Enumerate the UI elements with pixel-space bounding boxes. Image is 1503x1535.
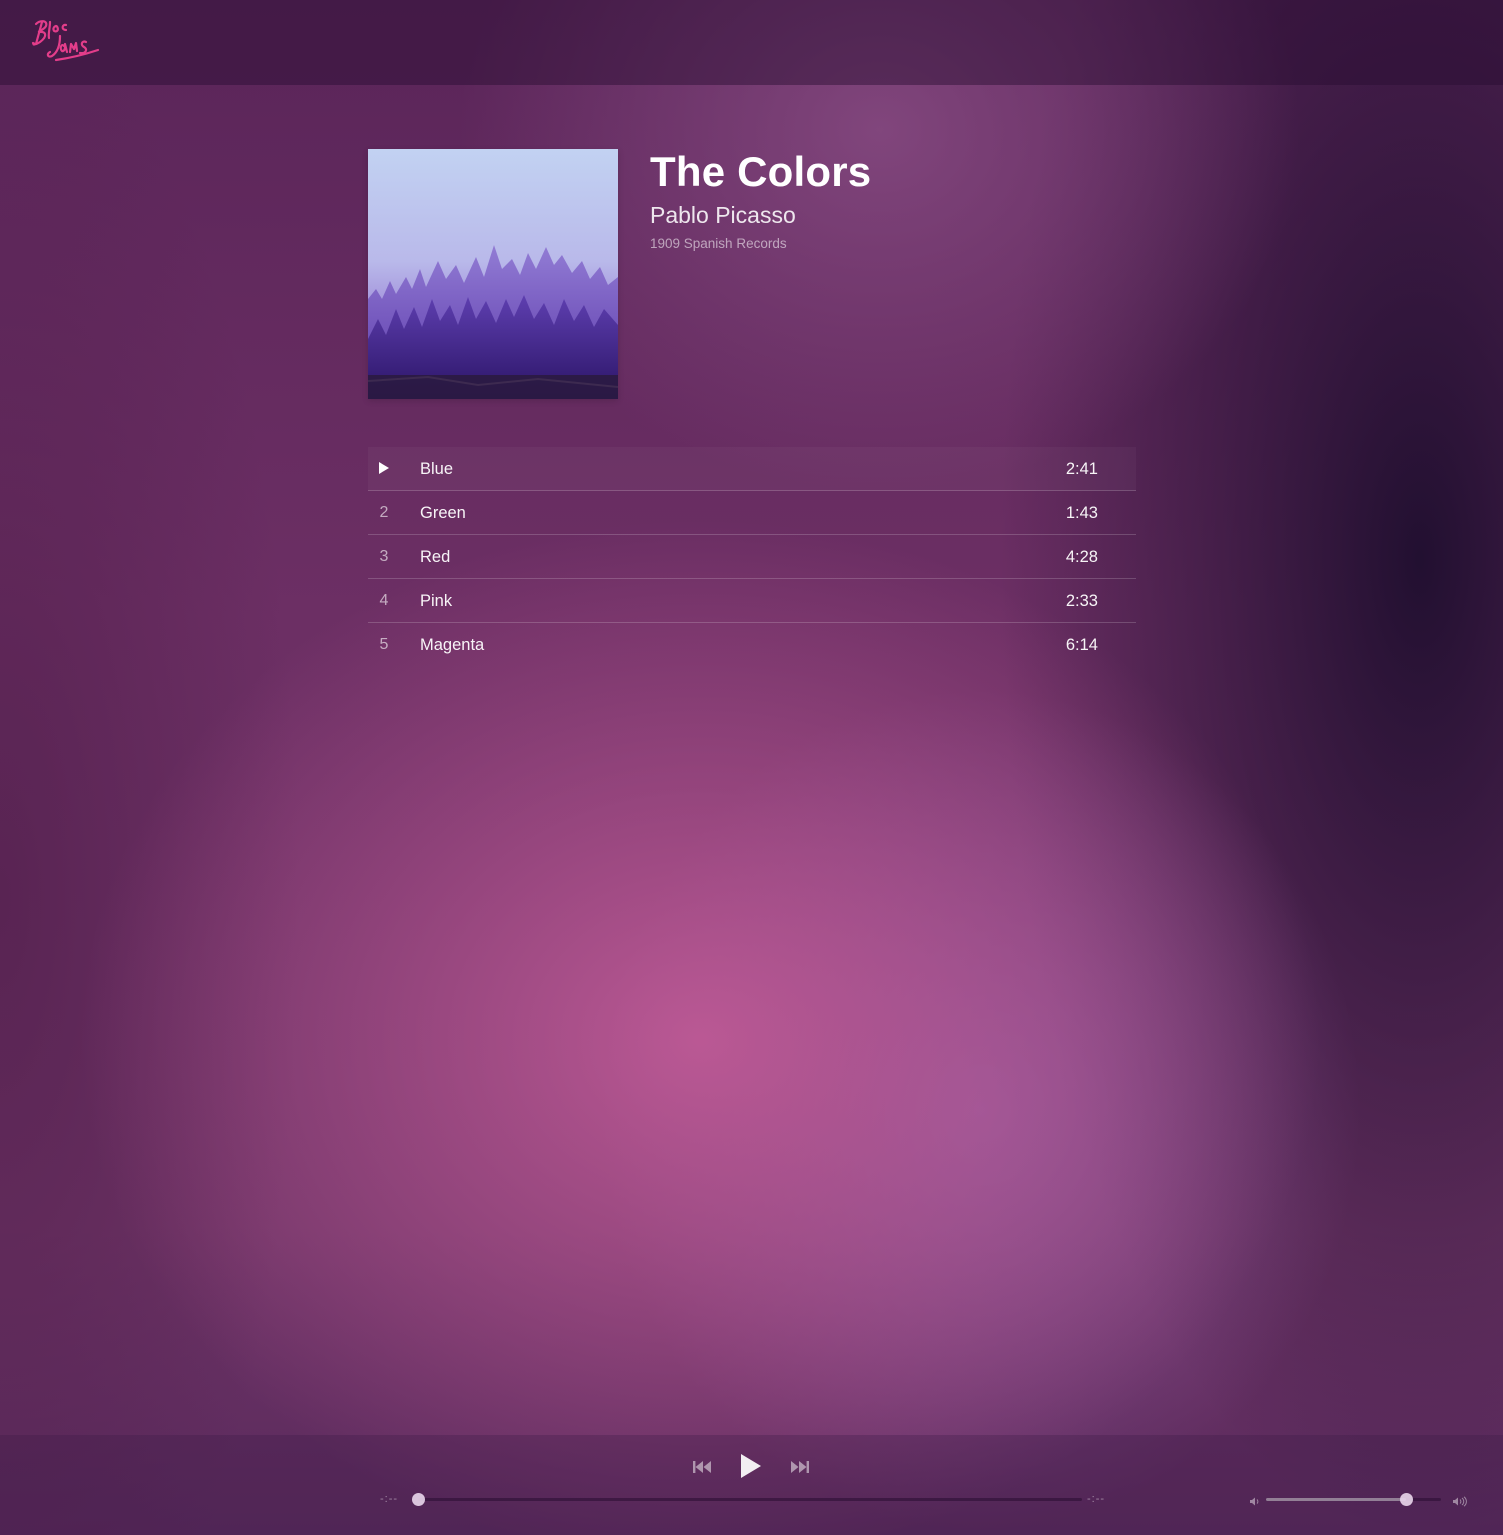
play-icon bbox=[741, 1454, 761, 1478]
play-icon[interactable] bbox=[378, 461, 390, 475]
song-duration: 2:41 bbox=[1065, 460, 1098, 478]
song-title: Pink bbox=[420, 592, 453, 610]
previous-button[interactable] bbox=[692, 1459, 712, 1475]
total-time: -:-- bbox=[1087, 1493, 1106, 1505]
bloc-jams-logo[interactable] bbox=[30, 16, 102, 64]
misty-forest-cover-image bbox=[368, 149, 618, 399]
volume-high-icon bbox=[1452, 1494, 1468, 1507]
volume-bar-fill bbox=[1266, 1498, 1406, 1501]
volume-bar[interactable] bbox=[1266, 1493, 1441, 1506]
song-duration: 1:43 bbox=[1065, 504, 1098, 522]
album-artist[interactable]: Pablo Picasso bbox=[650, 200, 1130, 230]
song-row[interactable]: 2 Green 1:43 bbox=[368, 491, 1136, 535]
song-duration: 4:28 bbox=[1065, 548, 1098, 566]
seek-bar[interactable] bbox=[412, 1493, 1082, 1506]
player-bar: -:-- -:-- bbox=[0, 1435, 1503, 1535]
play-pause-button[interactable] bbox=[739, 1452, 763, 1480]
next-icon bbox=[791, 1461, 809, 1473]
song-row[interactable]: 5 Magenta 6:14 bbox=[368, 623, 1136, 667]
current-time: -:-- bbox=[380, 1493, 399, 1505]
song-row[interactable]: Blue 2:41 bbox=[368, 447, 1136, 491]
song-number[interactable]: 2 bbox=[368, 491, 400, 535]
song-number[interactable]: 4 bbox=[368, 579, 400, 623]
album-release-info: 1909 Spanish Records bbox=[650, 236, 787, 251]
song-title: Red bbox=[420, 548, 451, 566]
previous-icon bbox=[693, 1461, 711, 1473]
song-number[interactable]: 3 bbox=[368, 535, 400, 579]
volume-bar-thumb[interactable] bbox=[1400, 1493, 1413, 1506]
song-number[interactable]: 5 bbox=[368, 623, 400, 667]
seek-bar-thumb[interactable] bbox=[412, 1493, 425, 1506]
logo-script-graphic bbox=[31, 20, 100, 62]
song-title: Magenta bbox=[420, 636, 485, 654]
album-info: The Colors Pablo Picasso 1909 Spanish Re… bbox=[650, 148, 1130, 253]
song-duration: 2:33 bbox=[1065, 592, 1098, 610]
song-title: Green bbox=[420, 504, 466, 522]
song-row[interactable]: 3 Red 4:28 bbox=[368, 535, 1136, 579]
album-title: The Colors bbox=[650, 148, 872, 195]
navbar bbox=[0, 0, 1503, 85]
song-list: Blue 2:41 2 Green 1:43 3 Red 4:28 4 Pink… bbox=[368, 447, 1136, 667]
volume-low-icon bbox=[1249, 1494, 1261, 1506]
next-button[interactable] bbox=[790, 1459, 810, 1475]
album-cover-art bbox=[368, 149, 618, 399]
song-play-button[interactable] bbox=[368, 447, 400, 491]
song-title: Blue bbox=[420, 460, 454, 478]
song-duration: 6:14 bbox=[1065, 636, 1098, 654]
song-row[interactable]: 4 Pink 2:33 bbox=[368, 579, 1136, 623]
